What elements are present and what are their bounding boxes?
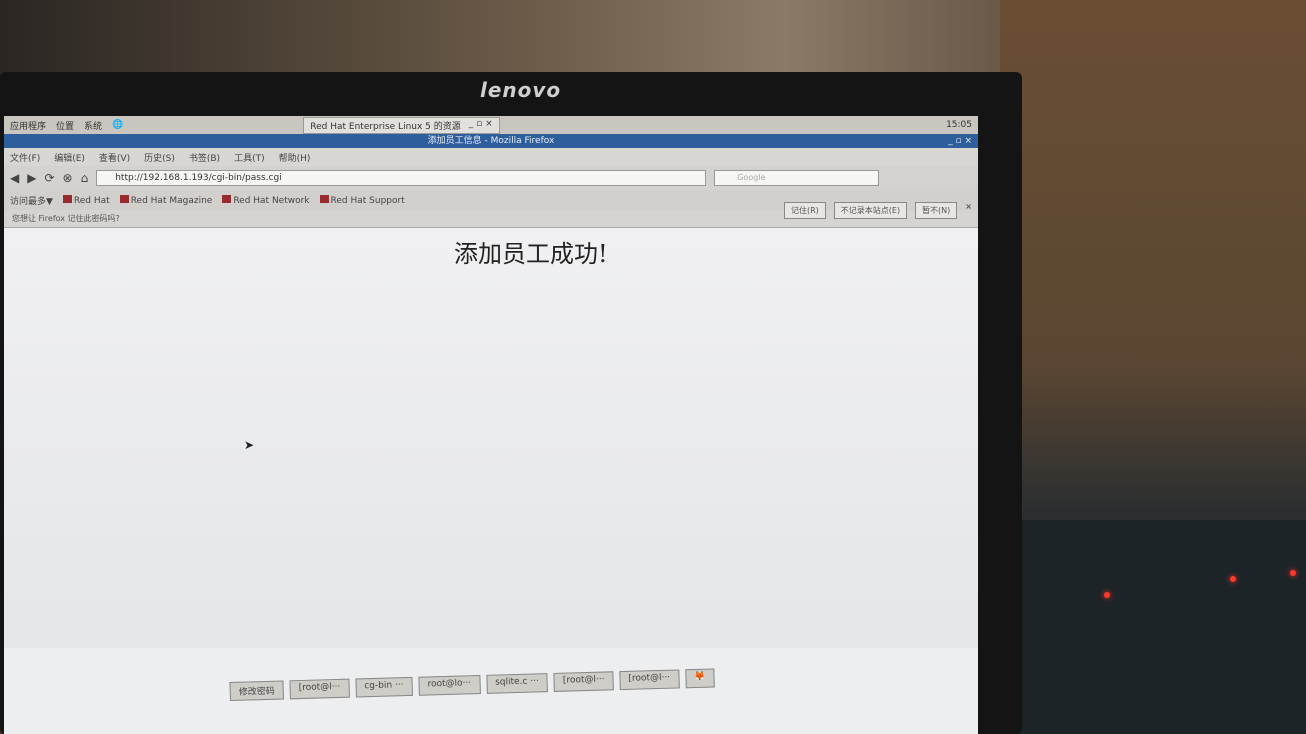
monitor-logo: lenovo <box>480 78 562 102</box>
notification-text: 您想让 Firefox 记住此密码吗? <box>12 214 120 223</box>
forward-icon[interactable]: ▶ <box>27 171 36 185</box>
reload-icon[interactable]: ⟳ <box>44 171 54 185</box>
bookmark-red-hat-network[interactable]: Red Hat Network <box>222 195 309 206</box>
never-for-site-button[interactable]: 不记录本站点(E) <box>833 202 908 219</box>
menu-file[interactable]: 文件(F) <box>10 151 40 164</box>
remember-button[interactable]: 记住(R) <box>783 202 826 219</box>
search-input[interactable]: Google <box>714 170 880 186</box>
taskbar-item[interactable]: [root@l··· <box>553 671 614 692</box>
password-notification: 您想让 Firefox 记住此密码吗? 记住(R) 不记录本站点(E) 暂不(N… <box>4 202 978 228</box>
circuit-board <box>1020 520 1306 734</box>
bookmark-red-hat-support[interactable]: Red Hat Support <box>320 195 405 206</box>
taskbar-item[interactable]: [root@l··· <box>619 669 680 691</box>
taskbar-item[interactable]: root@lo··· <box>418 675 481 696</box>
success-message: 添加员工成功! <box>454 240 608 268</box>
taskbar-item[interactable]: [root@l··· <box>289 678 350 700</box>
stop-icon[interactable]: ⊗ <box>63 171 73 185</box>
bookmark-red-hat[interactable]: Red Hat <box>63 195 110 206</box>
globe-icon[interactable]: 🌐 <box>112 120 123 130</box>
window-tab[interactable]: Red Hat Enterprise Linux 5 的资源 _ ▫ × <box>303 116 500 134</box>
clock: 15:05 <box>946 120 972 130</box>
bookmark-red-hat-magazine[interactable]: Red Hat Magazine <box>120 195 213 206</box>
mouse-cursor-icon: ➤ <box>244 438 255 452</box>
top-panel: 应用程序 位置 系统 🌐 Red Hat Enterprise Linux 5 … <box>4 116 978 134</box>
window-close-icon[interactable]: _ ▫ × <box>948 134 972 148</box>
taskbar-item[interactable]: 修改密码 <box>229 680 284 701</box>
panel-places[interactable]: 位置 <box>56 119 74 132</box>
title-bar: 添加员工信息 - Mozilla Firefox _ ▫ × <box>4 134 978 148</box>
menu-view[interactable]: 查看(V) <box>99 151 130 164</box>
taskbar-item[interactable]: cg-bin ··· <box>355 676 413 698</box>
nav-bar: ◀ ▶ ⟳ ⊗ ⌂ http://192.168.1.193/cgi-bin/p… <box>4 166 978 190</box>
page-content: 添加员工成功! ➤ <box>4 228 978 648</box>
close-icon[interactable]: × <box>965 202 972 219</box>
window-controls[interactable]: _ ▫ × <box>469 119 493 132</box>
menu-bar: 文件(F) 编辑(E) 查看(V) 历史(S) 书签(B) 工具(T) 帮助(H… <box>4 148 978 166</box>
home-icon[interactable]: ⌂ <box>81 171 89 185</box>
taskbar-item[interactable]: sqlite.c ··· <box>485 673 549 694</box>
panel-applications[interactable]: 应用程序 <box>10 119 46 132</box>
back-icon[interactable]: ◀ <box>10 171 19 185</box>
firefox-icon[interactable]: 🦊 <box>684 668 715 689</box>
bookmark-most-visited[interactable]: 访问最多▼ <box>10 194 53 207</box>
led <box>1230 576 1236 582</box>
window-title: 添加员工信息 - Mozilla Firefox <box>427 136 555 146</box>
menu-history[interactable]: 历史(S) <box>144 151 175 164</box>
menu-edit[interactable]: 编辑(E) <box>54 151 85 164</box>
panel-system[interactable]: 系统 <box>84 119 102 132</box>
menu-bookmarks[interactable]: 书签(B) <box>189 151 220 164</box>
not-now-button[interactable]: 暂不(N) <box>915 202 958 219</box>
url-input[interactable]: http://192.168.1.193/cgi-bin/pass.cgi <box>96 170 707 186</box>
menu-help[interactable]: 帮助(H) <box>279 151 311 164</box>
menu-tools[interactable]: 工具(T) <box>234 151 265 164</box>
led <box>1290 570 1296 576</box>
led <box>1104 592 1110 598</box>
screen: 应用程序 位置 系统 🌐 Red Hat Enterprise Linux 5 … <box>4 116 978 734</box>
